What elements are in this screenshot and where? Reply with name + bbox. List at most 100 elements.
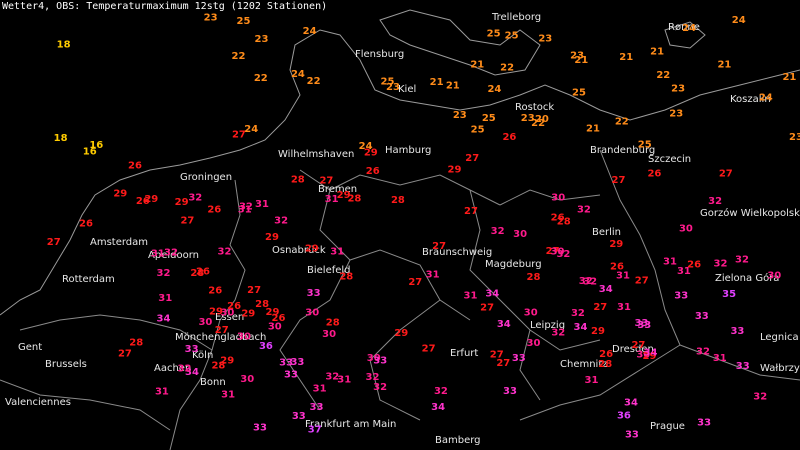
station-value: 30 <box>240 374 254 385</box>
station-value: 27 <box>593 302 607 313</box>
station-value: 35 <box>722 289 736 300</box>
station-value: 32 <box>753 392 767 403</box>
station-value: 27 <box>465 153 479 164</box>
station-value: 27 <box>635 275 649 286</box>
city-label: Trelleborg <box>491 12 541 23</box>
station-value: 26 <box>79 219 93 230</box>
station-value: 33 <box>736 361 750 372</box>
station-value: 31 <box>238 205 252 216</box>
station-value: 33 <box>279 358 293 369</box>
station-value: 27 <box>215 325 229 336</box>
station-value: 24 <box>682 23 696 34</box>
station-value: 29 <box>394 328 408 339</box>
station-value: 32 <box>178 364 192 375</box>
station-value: 18 <box>57 40 71 51</box>
city-label: Prague <box>650 421 685 432</box>
station-value: 30 <box>513 229 527 240</box>
station-value: 31 <box>585 375 599 386</box>
station-value: 31 <box>337 374 351 385</box>
station-value: 25 <box>237 16 251 27</box>
station-value: 27 <box>480 303 494 314</box>
station-value: 32 <box>274 216 288 227</box>
city-label: Magdeburg <box>485 259 542 270</box>
station-value: 33 <box>185 344 199 355</box>
station-value: 23 <box>386 82 400 93</box>
station-value: 25 <box>471 125 485 136</box>
city-label: Szczecin <box>648 154 691 165</box>
map-title: Wetter4, OBS: Temperaturmaximum 12stg (1… <box>2 1 328 12</box>
station-value: 27 <box>180 215 194 226</box>
city-label: Brussels <box>45 359 87 370</box>
station-value: 29 <box>609 239 623 250</box>
station-value: 22 <box>615 116 629 127</box>
station-value: 28 <box>211 360 225 371</box>
station-value: 29 <box>337 190 351 201</box>
station-value: 37 <box>308 424 322 435</box>
station-value: 22 <box>307 76 321 87</box>
station-value: 29 <box>241 308 255 319</box>
station-value: 23 <box>671 84 685 95</box>
station-value: 24 <box>759 93 773 104</box>
station-value: 21 <box>470 60 484 71</box>
station-value: 30 <box>767 271 781 282</box>
city-label: Berlin <box>592 227 621 238</box>
station-value: 29 <box>266 307 280 318</box>
station-value: 23 <box>538 34 552 45</box>
station-value: 27 <box>118 349 132 360</box>
station-value: 18 <box>54 133 68 144</box>
station-value: 32 <box>577 205 591 216</box>
station-value: 21 <box>650 47 664 58</box>
station-value: 33 <box>674 291 688 302</box>
station-value: 21 <box>619 52 633 63</box>
station-value: 25 <box>482 113 496 124</box>
state-borders <box>279 169 601 421</box>
station-value: 21 <box>430 77 444 88</box>
station-value: 29 <box>144 194 158 205</box>
station-value: 21 <box>586 124 600 135</box>
station-value: 33 <box>697 417 711 428</box>
station-value: 24 <box>487 84 501 95</box>
station-value: 34 <box>431 402 445 413</box>
station-value: 30 <box>268 322 282 333</box>
station-value: 28 <box>291 175 305 186</box>
station-value: 24 <box>303 26 317 37</box>
station-value: 21 <box>782 72 796 83</box>
station-value: 28 <box>339 272 353 283</box>
station-value: 31 <box>330 246 344 257</box>
station-value: 23 <box>204 13 218 24</box>
station-value: 27 <box>612 175 626 186</box>
station-value: 22 <box>500 62 514 73</box>
station-value: 25 <box>505 31 519 42</box>
station-value: 22 <box>232 51 246 62</box>
city-label: Wałbrzych <box>760 363 800 374</box>
station-value: 33 <box>373 355 387 366</box>
station-value: 32 <box>188 193 202 204</box>
station-value: 33 <box>730 326 744 337</box>
station-value: 31 <box>616 271 630 282</box>
city-label: Valenciennes <box>5 397 71 408</box>
station-value: 16 <box>89 140 103 151</box>
station-value: 30 <box>551 192 565 203</box>
city-label: Gorzów Wielkopolski <box>700 207 800 219</box>
station-value: 22 <box>254 73 268 84</box>
city-label: Flensburg <box>355 49 404 60</box>
station-value: 28 <box>527 272 541 283</box>
station-value: 27 <box>432 241 446 252</box>
station-value: 36 <box>259 341 273 352</box>
station-value: 27 <box>319 175 333 186</box>
station-value: 23 <box>453 110 467 121</box>
station-value: 25 <box>487 29 501 40</box>
station-value: 30 <box>527 338 541 349</box>
station-value: 33 <box>512 353 526 364</box>
city-label: Kiel <box>398 84 416 95</box>
station-value: 26 <box>227 301 241 312</box>
station-value: 24 <box>291 69 305 80</box>
station-value: 33 <box>695 311 709 322</box>
city-label: Gent <box>18 342 42 353</box>
city-label: Amsterdam <box>90 237 148 248</box>
station-value: 26 <box>207 205 221 216</box>
station-value: 31 <box>255 199 269 210</box>
station-value: 30 <box>551 247 565 258</box>
station-value: 30 <box>198 317 212 328</box>
station-value: 25 <box>638 140 652 151</box>
